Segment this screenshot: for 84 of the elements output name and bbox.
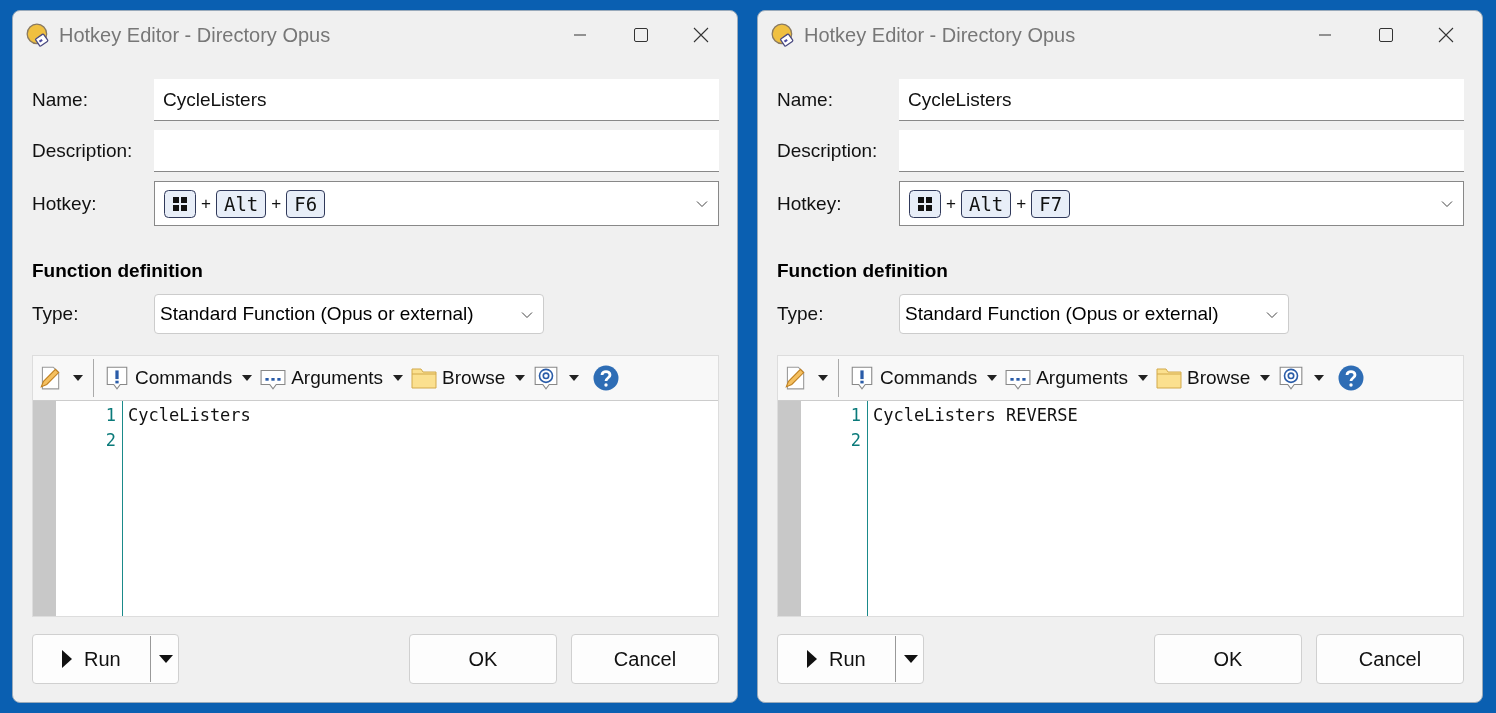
- chevron-down-icon: [1441, 199, 1453, 208]
- caret-icon: [903, 655, 918, 663]
- chevron-down-icon: [521, 311, 533, 319]
- hotkey-field[interactable]: + Alt + F6: [154, 181, 719, 226]
- field-label: Name:: [32, 89, 89, 111]
- pencil-page-icon: [37, 365, 63, 391]
- chevron-down-icon: [696, 199, 708, 208]
- key-cap: Alt: [215, 189, 267, 218]
- caret-icon: [987, 375, 998, 381]
- window-title: Hotkey Editor - Directory Opus: [804, 23, 1076, 47]
- edit-menu-button[interactable]: [37, 365, 83, 391]
- windows-key-icon: [909, 189, 941, 218]
- caret-icon: [818, 375, 828, 381]
- caret-icon: [569, 375, 580, 381]
- help-icon[interactable]: [1338, 365, 1365, 391]
- field-label: Description:: [32, 140, 134, 162]
- type-dropdown[interactable]: Standard Function (Opus or external): [899, 294, 1289, 334]
- key-cap: F7: [1031, 189, 1071, 218]
- cancel-button[interactable]: Cancel: [571, 634, 719, 684]
- help-icon[interactable]: [593, 365, 620, 391]
- line-number: 1: [104, 404, 117, 427]
- plus-sign: +: [1015, 193, 1028, 214]
- arguments-menu-button[interactable]: Arguments: [1005, 365, 1149, 391]
- plus-sign: +: [200, 193, 212, 214]
- at-sign-icon: [1278, 365, 1305, 391]
- ok-button[interactable]: OK: [1154, 634, 1302, 684]
- folder-icon: [411, 365, 438, 391]
- field-label: Hotkey:: [777, 192, 843, 215]
- section-heading: Function definition: [32, 260, 204, 282]
- caret-icon: [515, 375, 526, 381]
- ok-button[interactable]: OK: [409, 634, 557, 684]
- type-dropdown[interactable]: Standard Function (Opus or external): [154, 294, 544, 334]
- key-cap: F6: [286, 189, 326, 218]
- run-split-button[interactable]: Run: [777, 634, 924, 684]
- caret-icon: [1138, 375, 1149, 381]
- app-logo-icon: [25, 22, 51, 48]
- browse-menu-button[interactable]: Browse: [411, 365, 526, 391]
- window-title: Hotkey Editor - Directory Opus: [59, 23, 331, 47]
- exclamation-bubble-icon: [104, 365, 130, 391]
- code-editor[interactable]: 1 2 CycleListers REVERSE: [778, 401, 1463, 616]
- run-split-button[interactable]: Run: [32, 634, 179, 684]
- play-icon: [807, 650, 817, 668]
- line-number: 2: [849, 429, 862, 452]
- field-label: Description:: [777, 140, 879, 162]
- line-number: 2: [104, 429, 117, 452]
- insert-menu-button[interactable]: [1278, 365, 1325, 391]
- commands-menu-button[interactable]: Commands: [104, 365, 253, 391]
- hotkey-field[interactable]: + Alt + F7: [899, 181, 1464, 226]
- pencil-page-icon: [782, 365, 808, 391]
- plus-sign: +: [945, 193, 957, 214]
- folder-icon: [1156, 365, 1183, 391]
- edit-menu-button[interactable]: [782, 365, 828, 391]
- app-logo-icon: [770, 22, 796, 48]
- caret-icon: [73, 375, 83, 381]
- play-icon: [62, 650, 72, 668]
- code-editor[interactable]: 1 2 CycleListers: [33, 401, 718, 616]
- key-cap: Alt: [960, 189, 1012, 218]
- text-field[interactable]: CycleListers: [154, 79, 719, 121]
- commands-menu-button[interactable]: Commands: [849, 365, 998, 391]
- code-line: CycleListers REVERSE: [873, 405, 1078, 425]
- windows-key-icon: [164, 189, 196, 218]
- field-label: Type:: [777, 303, 825, 325]
- caret-icon: [393, 375, 404, 381]
- field-label: Hotkey:: [32, 192, 98, 215]
- field-label: Name:: [777, 89, 834, 111]
- cancel-button[interactable]: Cancel: [1316, 634, 1464, 684]
- text-field[interactable]: CycleListers: [899, 79, 1464, 121]
- caret-icon: [242, 375, 253, 381]
- chevron-down-icon: [1266, 311, 1278, 319]
- exclamation-bubble-icon: [849, 365, 875, 391]
- caret-icon: [1314, 375, 1325, 381]
- plus-sign: +: [270, 193, 283, 214]
- caret-icon: [158, 655, 173, 663]
- code-line: CycleListers: [128, 405, 251, 425]
- at-sign-icon: [533, 365, 560, 391]
- insert-menu-button[interactable]: [533, 365, 580, 391]
- field-label: Type:: [32, 303, 80, 325]
- browse-menu-button[interactable]: Browse: [1156, 365, 1271, 391]
- arguments-menu-button[interactable]: Arguments: [260, 365, 404, 391]
- line-number: 1: [849, 404, 862, 427]
- text-field[interactable]: [899, 130, 1464, 172]
- caret-icon: [1260, 375, 1271, 381]
- text-field[interactable]: [154, 130, 719, 172]
- section-heading: Function definition: [777, 260, 949, 282]
